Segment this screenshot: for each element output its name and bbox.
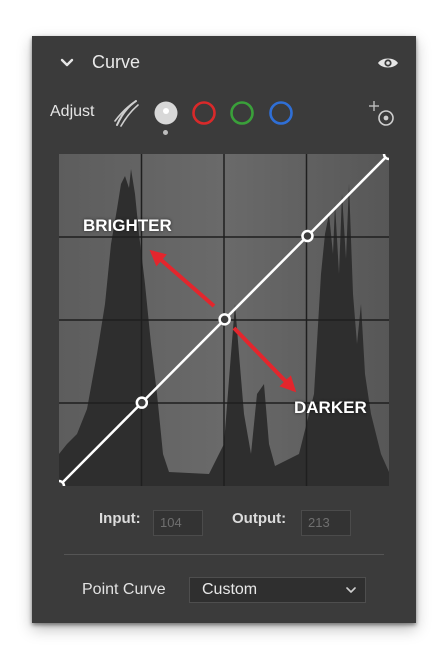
brighter-arrow — [149, 249, 216, 308]
annotation-arrows — [149, 249, 297, 393]
darker-label: DARKER — [294, 398, 367, 417]
darker-arrow — [232, 326, 297, 393]
brighter-label: BRIGHTER — [83, 216, 172, 235]
